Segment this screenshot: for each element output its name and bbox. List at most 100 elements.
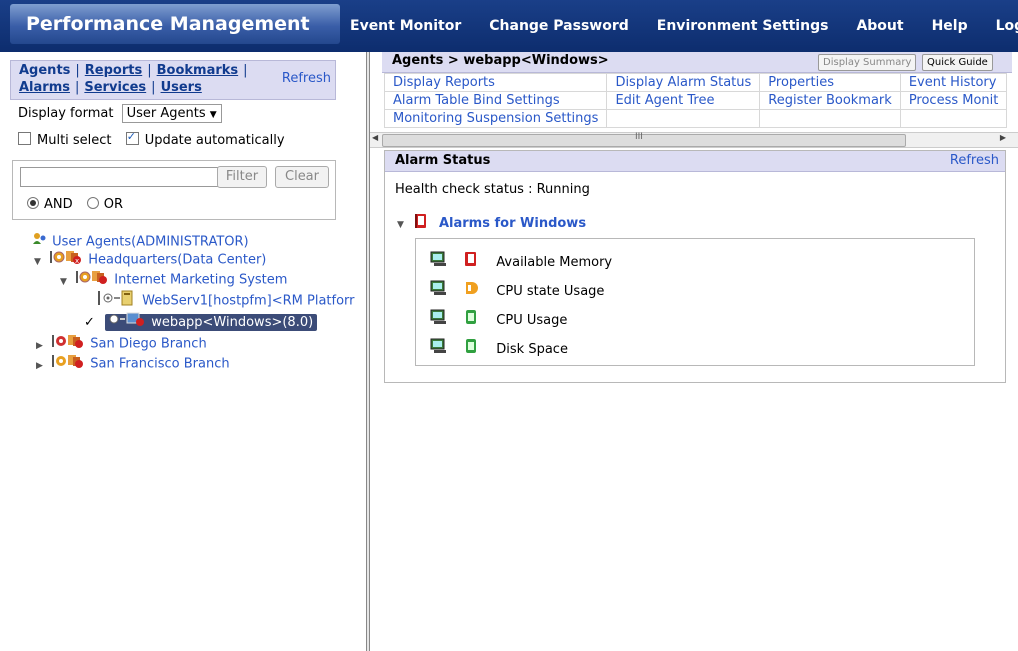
menu-alarms[interactable]: Alarms: [19, 80, 70, 95]
monitor-icon: [430, 309, 448, 332]
expanded-icon: ▼: [60, 276, 67, 287]
monitor-icon: [430, 338, 448, 361]
link-display-alarm-status[interactable]: Display Alarm Status: [606, 73, 761, 92]
display-summary-button[interactable]: Display Summary: [818, 54, 917, 71]
alarm-status-header: Alarm Status Refresh: [385, 151, 1005, 172]
alarm-book-red-icon: [414, 213, 428, 233]
tree-webapp-selected: webapp<Windows>(8.0): [105, 312, 318, 332]
display-format-label: Display format: [18, 106, 114, 121]
nav-about[interactable]: About: [856, 18, 903, 34]
nav-help[interactable]: Help: [932, 18, 968, 34]
collapsed-icon: ▶: [36, 340, 43, 351]
collapsed-icon: ▶: [36, 360, 43, 371]
alarm-row[interactable]: Available Memory: [430, 251, 612, 271]
tree-hq-label: Headquarters(Data Center): [88, 252, 267, 268]
app-title: Performance Management: [10, 4, 340, 44]
svg-text:x: x: [75, 257, 79, 264]
multi-select-checkbox[interactable]: [18, 132, 31, 145]
menu-agents[interactable]: Agents: [19, 63, 70, 78]
breadcrumb: Agents > webapp<Windows>: [392, 53, 609, 68]
scroll-left-icon[interactable]: ◀: [372, 133, 378, 142]
alarm-label: CPU state Usage: [496, 284, 605, 299]
link-register-bookmark[interactable]: Register Bookmark: [759, 91, 901, 110]
alarm-red-icon: [464, 251, 478, 274]
tree-node-webapp[interactable]: ✓ webapp<Windows>(8.0): [84, 312, 318, 332]
dropdown-arrow-icon: ▼: [209, 110, 217, 120]
link-properties[interactable]: Properties: [759, 73, 901, 92]
nav-change-password[interactable]: Change Password: [489, 18, 629, 34]
link-monitoring-suspension[interactable]: Monitoring Suspension Settings: [383, 109, 608, 128]
scroll-right-icon[interactable]: ▶: [1000, 133, 1006, 142]
alarm-refresh-link[interactable]: Refresh: [950, 153, 999, 168]
or-label: OR: [103, 197, 124, 212]
display-format-value: User Agents: [126, 106, 206, 121]
menu-services[interactable]: Services: [84, 80, 146, 95]
link-event-history[interactable]: Event History: [899, 73, 1008, 92]
horizontal-scrollbar[interactable]: ◀ III ▶: [370, 132, 1018, 148]
menu-reports[interactable]: Reports: [85, 63, 142, 78]
alarm-status-panel: Alarm Status Refresh Health check status…: [384, 150, 1006, 383]
expanded-icon: ▼: [34, 256, 41, 267]
alarm-row[interactable]: CPU state Usage: [430, 280, 604, 300]
options-row: Multi select Update automatically: [18, 130, 285, 148]
alarm-green-icon: [464, 338, 478, 361]
tree-ims-label: Internet Marketing System: [114, 272, 288, 288]
clear-button[interactable]: Clear: [275, 166, 329, 188]
and-label: AND: [44, 197, 73, 212]
selected-check-icon: ✓: [84, 314, 95, 330]
top-bar: Performance Management Event Monitor Cha…: [0, 0, 1018, 52]
update-auto-checkbox[interactable]: [125, 130, 139, 145]
user-agents-icon: [32, 232, 48, 252]
server-agent-icon: [98, 290, 138, 312]
scroll-thumb[interactable]: III: [382, 132, 906, 147]
group-error-icon: [76, 270, 110, 290]
nav-environment-settings[interactable]: Environment Settings: [657, 18, 829, 34]
group-error-icon: [52, 354, 86, 374]
alarm-group-label: Alarms for Windows: [438, 215, 587, 231]
alarm-list: Available Memory CPU state Usage CPU Usa…: [415, 238, 975, 366]
link-display-reports[interactable]: Display Reports: [383, 73, 608, 92]
filter-box: Filter Clear AND OR: [12, 160, 336, 220]
empty-cell: [606, 109, 761, 128]
menu-bookmarks[interactable]: Bookmarks: [157, 63, 239, 78]
tree-sanfran-label: San Francisco Branch: [90, 356, 230, 372]
left-menu: Agents | Reports | Bookmarks | Alarms | Service…: [10, 60, 336, 100]
link-alarm-table-bind[interactable]: Alarm Table Bind Settings: [383, 91, 608, 110]
tree-node-hq[interactable]: ▼ x Headquarters(Data Center): [34, 250, 266, 268]
filter-input[interactable]: [20, 167, 222, 187]
health-status: Health check status : Running: [395, 182, 590, 197]
link-process-monitor[interactable]: Process Monit: [899, 91, 1008, 110]
quick-guide-button[interactable]: Quick Guide: [922, 54, 993, 71]
nav-event-monitor[interactable]: Event Monitor: [350, 18, 461, 34]
and-radio[interactable]: [27, 197, 39, 209]
alarm-row[interactable]: CPU Usage: [430, 309, 567, 329]
alarm-label: Available Memory: [496, 255, 613, 270]
tree-node-sanfran[interactable]: ▶ San Francisco Branch: [36, 354, 230, 372]
tree-node-root[interactable]: User Agents(ADMINISTRATOR): [32, 232, 249, 250]
alarm-label: CPU Usage: [496, 313, 568, 328]
tree-webserv-label: WebServ1[hostpfm]<RM Platforr: [142, 293, 355, 309]
tree-node-webserv[interactable]: WebServ1[hostpfm]<RM Platforr: [98, 290, 355, 309]
filter-button[interactable]: Filter: [217, 166, 267, 188]
tree-webapp-label: webapp<Windows>(8.0): [151, 314, 314, 330]
operation-links: Display Reports Display Alarm Status Pro…: [383, 73, 1008, 128]
alarm-group-row[interactable]: ▼ Alarms for Windows: [397, 213, 586, 233]
alarm-row[interactable]: Disk Space: [430, 338, 568, 358]
empty-cell: [759, 109, 901, 128]
scroll-grip: III: [635, 132, 643, 142]
top-nav: Event Monitor Change Password Environmen…: [350, 0, 1018, 52]
tree-node-sandiego[interactable]: ▶ San Diego Branch: [36, 334, 207, 352]
left-refresh-link[interactable]: Refresh: [282, 71, 331, 86]
empty-cell: [899, 109, 1008, 128]
display-format-select[interactable]: User Agents ▼: [121, 104, 222, 123]
windows-agent-error-icon: [109, 312, 147, 332]
tree-node-ims[interactable]: ▼ Internet Marketing System: [60, 270, 287, 288]
or-radio[interactable]: [86, 197, 99, 209]
tree-sandiego-label: San Diego Branch: [90, 336, 207, 352]
nav-logout[interactable]: Logout: [996, 18, 1018, 34]
alarm-green-icon: [464, 309, 478, 332]
link-edit-agent-tree[interactable]: Edit Agent Tree: [606, 91, 761, 110]
group-error-icon: x: [50, 250, 84, 270]
menu-users[interactable]: Users: [161, 80, 202, 95]
alarm-label: Disk Space: [496, 342, 568, 357]
